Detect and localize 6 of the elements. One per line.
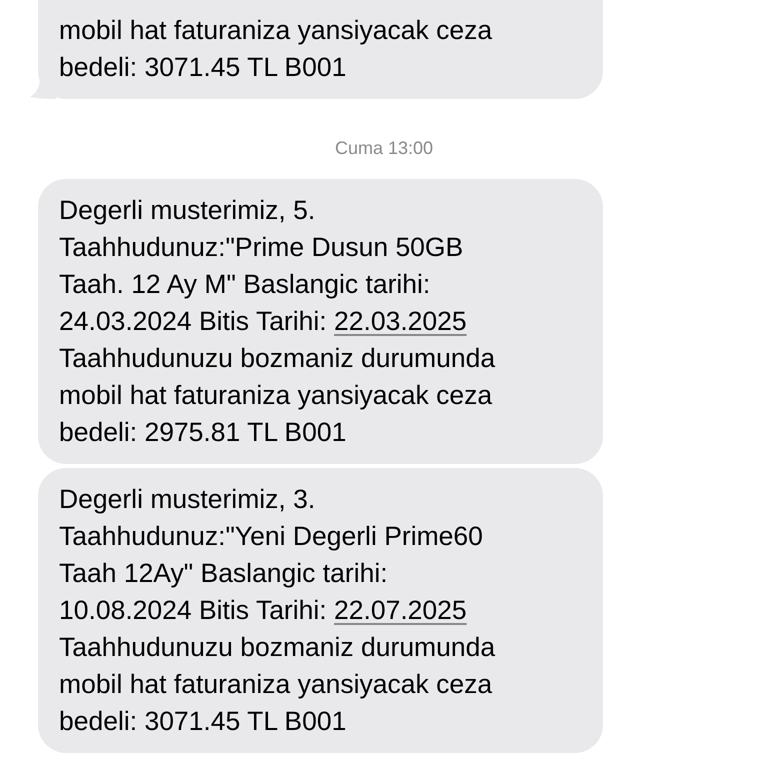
message-text: mobil hat faturaniza yansiyacak ceza bedeli: 3071.45 TL B001	[59, 15, 492, 82]
message-text: Degerli musterimiz, 3. Taahhudunuz:"Yeni Degerli Prime60 Taah 12Ay" Baslangic tarihi: 10.08.2024 Bitis Tarihi: 22.07.2025 Taahhudunuzu bozmaniz durumunda mobil hat faturaniza yansiyacak ceza bedeli: 3071.45 TL B001	[59, 484, 496, 736]
date-link[interactable]: 22.03.2025	[334, 306, 467, 336]
message-text: Degerli musterimiz, 5. Taahhudunuz:"Prime Dusun 50GB Taah. 12 Ay M" Baslangic tarihi: 24.03.2024 Bitis Tarihi: 22.03.2025 Taahhudunuzu bozmaniz durumunda mobil hat faturaniza yansiyacak ceza bedeli: 2975.81 TL B001	[59, 195, 496, 447]
date-link[interactable]: 22.07.2025	[334, 595, 467, 625]
message-timestamp: Cuma 13:00	[334, 138, 434, 158]
